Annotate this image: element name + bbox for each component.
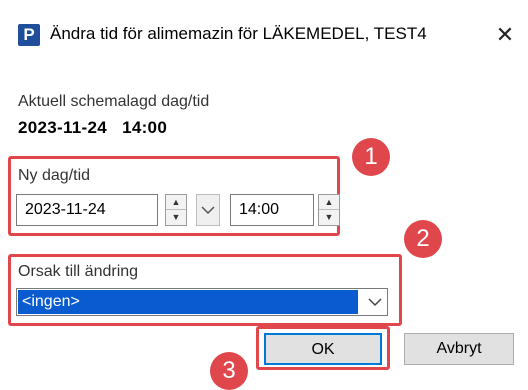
date-stepper[interactable]: ▲ ▼: [165, 194, 187, 226]
time-input[interactable]: 14:00: [230, 194, 314, 226]
new-datetime-label: Ny dag/tid: [18, 167, 91, 184]
spin-up-icon[interactable]: ▲: [319, 195, 339, 210]
cancel-button[interactable]: Avbryt: [404, 333, 514, 365]
spin-down-icon[interactable]: ▼: [166, 210, 186, 225]
reason-label: Orsak till ändring: [18, 263, 139, 280]
chevron-down-icon: [201, 206, 215, 215]
app-icon: P: [18, 24, 40, 46]
window-title: Ändra tid för alimemazin för LÄKEMEDEL, …: [50, 24, 427, 43]
chevron-down-icon: [368, 298, 382, 307]
time-stepper[interactable]: ▲ ▼: [318, 194, 340, 226]
current-schedule-value: 2023-11-24 14:00: [18, 118, 168, 137]
step-badge-1: 1: [352, 138, 390, 176]
step-badge-3: 3: [210, 352, 248, 390]
spin-down-icon[interactable]: ▼: [319, 210, 339, 225]
calendar-dropdown-chevron-icon[interactable]: [196, 194, 220, 226]
chevron-down-icon[interactable]: [362, 288, 388, 316]
spin-up-icon[interactable]: ▲: [166, 195, 186, 210]
ok-button[interactable]: OK: [264, 333, 382, 365]
close-icon[interactable]: ✕: [490, 20, 520, 50]
date-input[interactable]: 2023-11-24: [16, 194, 158, 226]
current-schedule-label: Aktuell schemalagd dag/tid: [18, 93, 210, 110]
reason-selected-value[interactable]: <ingen>: [18, 290, 358, 314]
step-badge-2: 2: [404, 220, 442, 258]
